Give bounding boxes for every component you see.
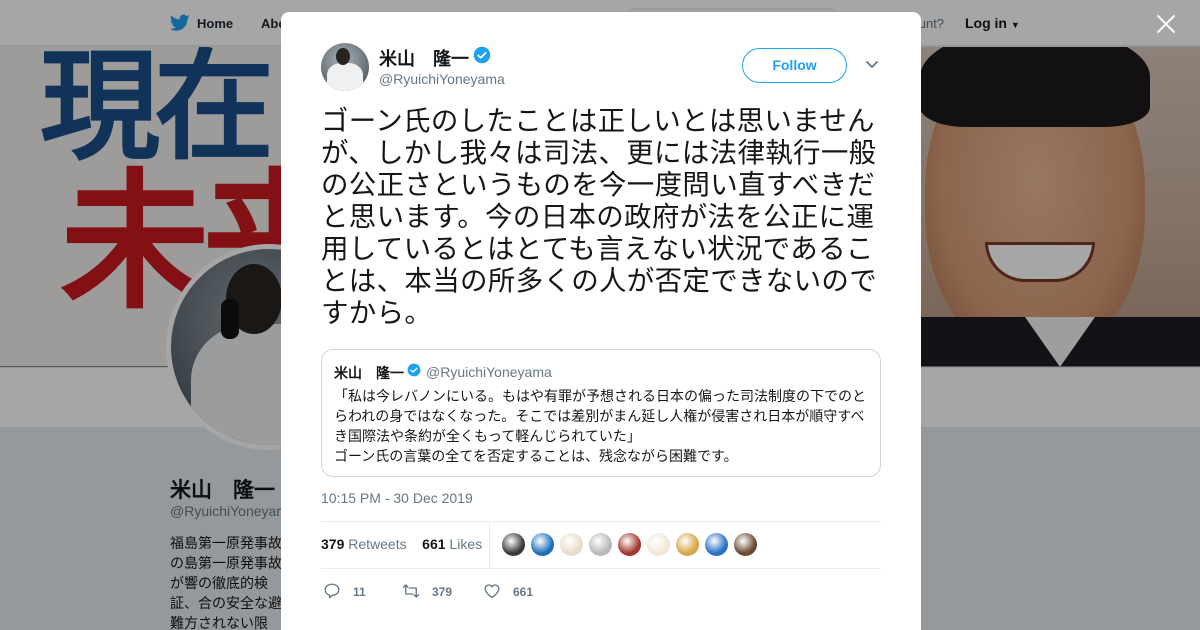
divider: [489, 522, 490, 568]
liker-avatar[interactable]: [501, 532, 526, 557]
liker-avatar[interactable]: [675, 532, 700, 557]
chevron-down-icon[interactable]: [865, 60, 879, 70]
liker-avatar[interactable]: [617, 532, 642, 557]
reply-icon: [324, 583, 340, 599]
tweet-stats: 379 Retweets 661 Likes: [321, 536, 482, 552]
divider: [321, 568, 881, 569]
quoted-author-handle: @RyuichiYoneyama: [426, 364, 552, 380]
tweet-text: ゴーン氏のしたことは正しいとは思いませんが、しかし我々は司法、更には法律執行一般…: [321, 105, 877, 328]
verified-badge-icon: [473, 46, 491, 64]
like-count: 661: [513, 585, 534, 599]
retweets-count: 379: [321, 536, 345, 552]
retweet-count: 379: [432, 585, 453, 599]
heart-icon: [484, 584, 500, 599]
divider: [321, 521, 881, 522]
tweet-modal: 米山 隆一 @RyuichiYoneyama Follow ゴーン氏のしたことは…: [281, 12, 921, 630]
tweet-timestamp[interactable]: 10:15 PM - 30 Dec 2019: [321, 490, 473, 506]
liker-avatar[interactable]: [530, 532, 555, 557]
retweets-stat[interactable]: 379 Retweets: [321, 536, 407, 552]
liker-avatar[interactable]: [646, 532, 671, 557]
likes-label: Likes: [449, 536, 483, 552]
liker-avatar[interactable]: [588, 532, 613, 557]
liker-avatar[interactable]: [704, 532, 729, 557]
follow-button[interactable]: Follow: [742, 48, 847, 83]
close-icon[interactable]: [1154, 12, 1178, 36]
tweet-author-name[interactable]: 米山 隆一: [379, 45, 469, 71]
retweets-label: Retweets: [348, 536, 407, 552]
reply-count: 11: [353, 585, 366, 599]
likes-stat[interactable]: 661 Likes: [422, 536, 482, 552]
tweet-author-handle[interactable]: @RyuichiYoneyama: [379, 71, 505, 87]
retweet-icon: [402, 584, 420, 598]
liker-avatar[interactable]: [733, 532, 758, 557]
tweet-author-avatar[interactable]: [321, 43, 369, 91]
quoted-tweet-text: 「私は今レバノンにいる。もはや有罪が予想される日本の偏った司法制度の下でのとらわ…: [334, 388, 866, 464]
liker-avatar[interactable]: [559, 532, 584, 557]
verified-badge-icon: [407, 363, 421, 377]
quoted-author-name: 米山 隆一: [334, 365, 404, 381]
likes-count: 661: [422, 536, 446, 552]
quoted-tweet[interactable]: 米山 隆一 @RyuichiYoneyama 「私は今レバノンにいる。もはや有罪…: [321, 349, 881, 477]
